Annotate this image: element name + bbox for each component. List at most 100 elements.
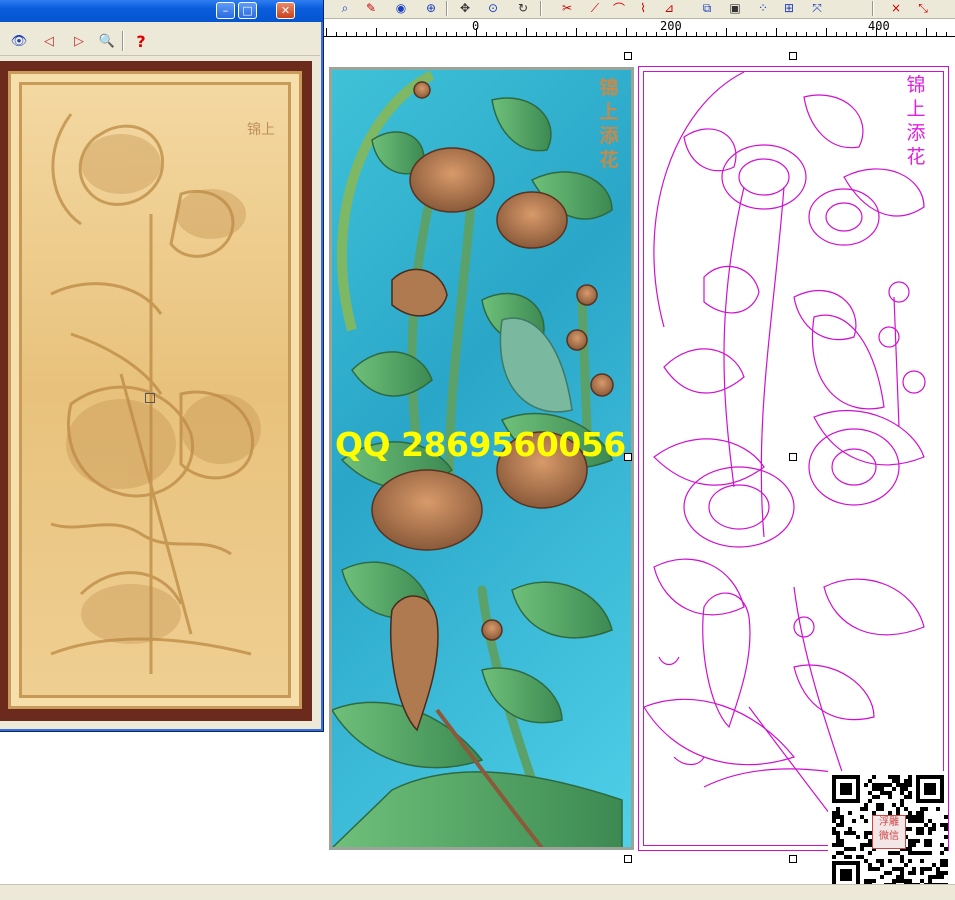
- ruler-tick: [836, 32, 837, 36]
- zoom-icon[interactable]: ⊙: [484, 0, 502, 16]
- ruler-tick: [876, 28, 877, 36]
- ruler-tick: [676, 28, 677, 36]
- arc-icon[interactable]: ⌒: [610, 0, 628, 16]
- close-button[interactable]: ✕: [276, 2, 295, 19]
- pan-icon[interactable]: ✥: [456, 0, 474, 16]
- node-icon[interactable]: ⁘: [754, 0, 772, 16]
- vector-title-char: 添: [906, 122, 926, 144]
- ruler-tick: [586, 32, 587, 36]
- ruler-tick: [366, 32, 367, 36]
- carving-illustration: 锦上: [50, 113, 275, 674]
- ruler-tick: [536, 32, 537, 36]
- ruler-label-400: 400: [868, 19, 890, 33]
- ruler-tick: [446, 32, 447, 36]
- ruler-tick: [776, 28, 777, 36]
- ruler-tick: [496, 32, 497, 36]
- vector-title-char: 锦: [906, 74, 926, 96]
- line-icon[interactable]: ⟋: [586, 0, 604, 16]
- curve-icon[interactable]: ⌇: [634, 0, 652, 16]
- ruler-tick: [556, 32, 557, 36]
- edit-icon[interactable]: ✎: [362, 0, 380, 16]
- ruler-tick: [926, 28, 927, 36]
- viewer-titlebar[interactable]: – □ ✕: [0, 0, 323, 22]
- ruler-tick: [756, 32, 757, 36]
- qq-watermark: QQ 2869560056: [335, 425, 626, 464]
- ruler-tick: [376, 28, 377, 36]
- ruler-tick: [326, 28, 327, 36]
- ruler-tick: [946, 32, 947, 36]
- ruler-tick: [826, 28, 827, 36]
- ruler-tick: [416, 32, 417, 36]
- selection-handle[interactable]: [624, 52, 632, 60]
- ruler-tick: [806, 32, 807, 36]
- vector-title-char: 上: [906, 98, 926, 120]
- ruler-tick: [596, 32, 597, 36]
- search-icon[interactable]: ⌕: [336, 0, 354, 16]
- ruler-tick: [816, 32, 817, 36]
- ruler-tick: [456, 32, 457, 36]
- ruler-tick: [356, 32, 357, 36]
- reference-photo: 锦上: [0, 61, 312, 721]
- ruler-tick: [486, 32, 487, 36]
- layer-icon[interactable]: ⧉: [698, 0, 716, 16]
- eye-icon[interactable]: 👁: [8, 31, 30, 51]
- zoom-window-icon[interactable]: ⊕: [422, 0, 440, 16]
- next-icon[interactable]: ▷: [68, 31, 90, 51]
- ruler-tick: [656, 32, 657, 36]
- cut-icon[interactable]: ✂: [558, 0, 576, 16]
- viewer-toolbar: 👁 ◁ ▷ 🔍 ?: [0, 25, 320, 56]
- selection-handle[interactable]: [624, 453, 632, 461]
- status-bar: [0, 884, 955, 900]
- relief-title-char: 花: [599, 149, 619, 171]
- ruler-tick: [866, 32, 867, 36]
- ruler-tick: [796, 32, 797, 36]
- eye-icon[interactable]: ◉: [392, 0, 410, 16]
- relief-title-char: 锦: [599, 77, 619, 99]
- ruler-tick: [526, 28, 527, 36]
- selection-handle[interactable]: [789, 52, 797, 60]
- vector-title-char: 花: [906, 146, 926, 168]
- ruler-tick: [466, 32, 467, 36]
- ruler-tick: [576, 28, 577, 36]
- relief-title: 锦 上 添 花: [594, 76, 624, 172]
- ruler-tick: [736, 32, 737, 36]
- help-icon[interactable]: ?: [130, 31, 152, 51]
- relief-title-char: 上: [599, 101, 619, 123]
- previous-icon[interactable]: ◁: [38, 31, 60, 51]
- rect-icon[interactable]: ▣: [726, 0, 744, 16]
- ruler-tick: [846, 32, 847, 36]
- ruler-tick: [706, 32, 707, 36]
- ruler-tick: [476, 28, 477, 36]
- align-icon[interactable]: ⊞: [780, 0, 798, 16]
- selection-handle[interactable]: [789, 855, 797, 863]
- ruler-tick: [636, 32, 637, 36]
- main-toolbar: ⌕ ✎ ◉ ⊕ ✥ ⊙ ↻ ✂ ⟋ ⌒ ⌇ ⊿ ⧉ ▣ ⁘ ⊞ ⤧ × ⤡: [322, 0, 955, 19]
- ruler-tick: [406, 32, 407, 36]
- ruler-tick: [726, 28, 727, 36]
- mirror-icon[interactable]: ⤡: [914, 0, 932, 16]
- ruler-tick: [936, 32, 937, 36]
- ruler-tick: [386, 32, 387, 36]
- ruler-tick: [616, 32, 617, 36]
- maximize-button[interactable]: □: [238, 2, 257, 19]
- selection-marker[interactable]: [145, 393, 155, 403]
- minimize-button[interactable]: –: [216, 2, 235, 19]
- qr-code: 浮雕 微信: [828, 771, 948, 893]
- ruler-tick: [766, 32, 767, 36]
- zoom-icon[interactable]: 🔍: [96, 31, 118, 51]
- rotate-icon[interactable]: ↻: [514, 0, 532, 16]
- ruler-tick: [886, 32, 887, 36]
- polyline-icon[interactable]: ⊿: [660, 0, 678, 16]
- ruler-tick: [786, 32, 787, 36]
- ruler-tick: [916, 32, 917, 36]
- image-viewer-window: – □ ✕ 👁 ◁ ▷ 🔍 ? 锦上: [0, 0, 324, 732]
- ruler-tick: [666, 32, 667, 36]
- transform-icon[interactable]: ⤧: [808, 0, 826, 16]
- selection-handle[interactable]: [789, 453, 797, 461]
- ruler-tick: [746, 32, 747, 36]
- qr-stamp: 浮雕 微信: [872, 815, 906, 849]
- ruler-label-200: 200: [660, 19, 682, 33]
- delete-icon[interactable]: ×: [887, 0, 905, 16]
- ruler-tick: [906, 32, 907, 36]
- selection-handle[interactable]: [624, 855, 632, 863]
